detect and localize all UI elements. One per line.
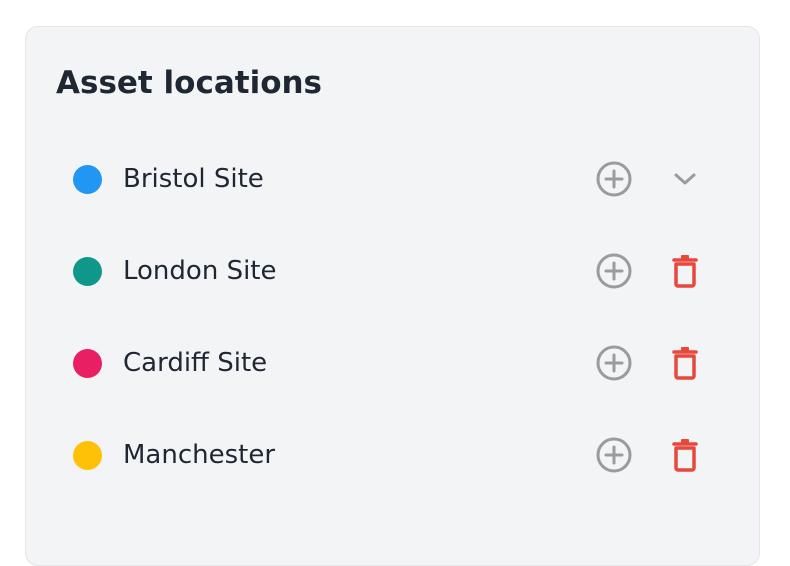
plus-circle-icon [596, 345, 632, 381]
location-name: Cardiff Site [123, 348, 268, 378]
location-name: Manchester [123, 440, 276, 470]
add-button[interactable] [596, 161, 632, 197]
add-button[interactable] [596, 345, 632, 381]
plus-circle-icon [596, 161, 632, 197]
delete-button[interactable] [667, 437, 703, 473]
location-row-bristol[interactable]: Bristol Site [26, 144, 759, 214]
location-color-dot [73, 349, 102, 378]
plus-circle-icon [596, 253, 632, 289]
chevron-down-icon [674, 173, 696, 185]
trash-icon [672, 439, 698, 472]
location-name: Bristol Site [123, 164, 264, 194]
add-button[interactable] [596, 437, 632, 473]
delete-button[interactable] [667, 345, 703, 381]
location-name: London Site [123, 256, 277, 286]
location-row-manchester[interactable]: Manchester [26, 420, 759, 490]
plus-circle-icon [596, 437, 632, 473]
add-button[interactable] [596, 253, 632, 289]
panel-title: Asset locations [56, 65, 323, 101]
location-row-london[interactable]: London Site [26, 236, 759, 306]
delete-button[interactable] [667, 253, 703, 289]
location-color-dot [73, 441, 102, 470]
asset-locations-panel: Asset locations Bristol Site London Site [25, 26, 760, 566]
trash-icon [672, 347, 698, 380]
expand-button[interactable] [667, 161, 703, 197]
location-color-dot [73, 257, 102, 286]
trash-icon [672, 255, 698, 288]
location-row-cardiff[interactable]: Cardiff Site [26, 328, 759, 398]
location-color-dot [73, 165, 102, 194]
